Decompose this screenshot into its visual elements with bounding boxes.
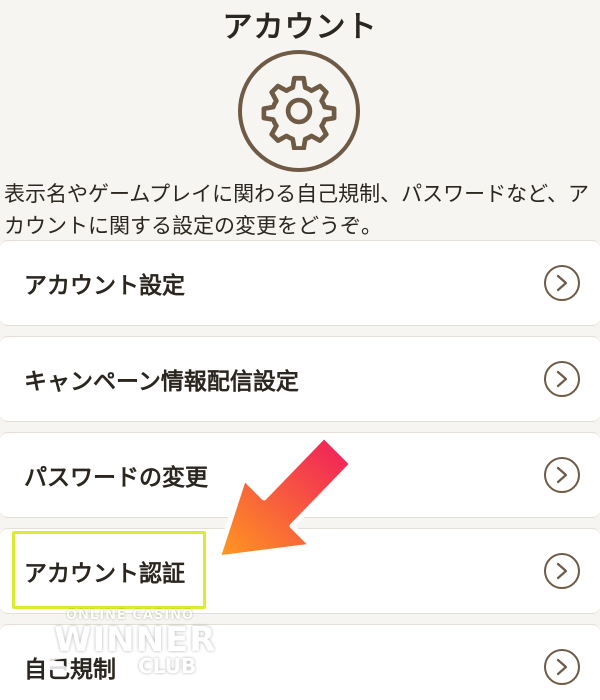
menu-item-label: アカウント設定 bbox=[24, 273, 185, 299]
account-page: アカウント 表示名やゲームプレイに関わる自己規制、パスワードなど、アカウントに関… bbox=[0, 0, 600, 700]
menu-item-account-verification[interactable]: アカウント認証 bbox=[0, 528, 600, 614]
chevron-right-icon[interactable] bbox=[544, 265, 580, 301]
chevron-right-icon[interactable] bbox=[544, 649, 580, 685]
menu-item-label: キャンペーン情報配信設定 bbox=[24, 369, 299, 395]
chevron-right-icon[interactable] bbox=[544, 361, 580, 397]
menu-item-label: 自己規制 bbox=[24, 657, 116, 683]
chevron-right-icon[interactable] bbox=[544, 457, 580, 493]
menu-item-campaign-settings[interactable]: キャンペーン情報配信設定 bbox=[0, 336, 600, 422]
gear-icon bbox=[238, 50, 360, 172]
menu-item-label: アカウント認証 bbox=[24, 561, 185, 587]
description-text: 表示名やゲームプレイに関わる自己規制、パスワードなど、アカウントに関する設定の変… bbox=[4, 182, 590, 238]
chevron-right-icon[interactable] bbox=[544, 553, 580, 589]
menu-item-account-settings[interactable]: アカウント設定 bbox=[0, 240, 600, 326]
page-title: アカウント bbox=[222, 10, 378, 45]
menu-item-self-restriction[interactable]: 自己規制 bbox=[0, 624, 600, 700]
menu-item-change-password[interactable]: パスワードの変更 bbox=[0, 432, 600, 518]
menu-item-label: パスワードの変更 bbox=[24, 465, 208, 491]
